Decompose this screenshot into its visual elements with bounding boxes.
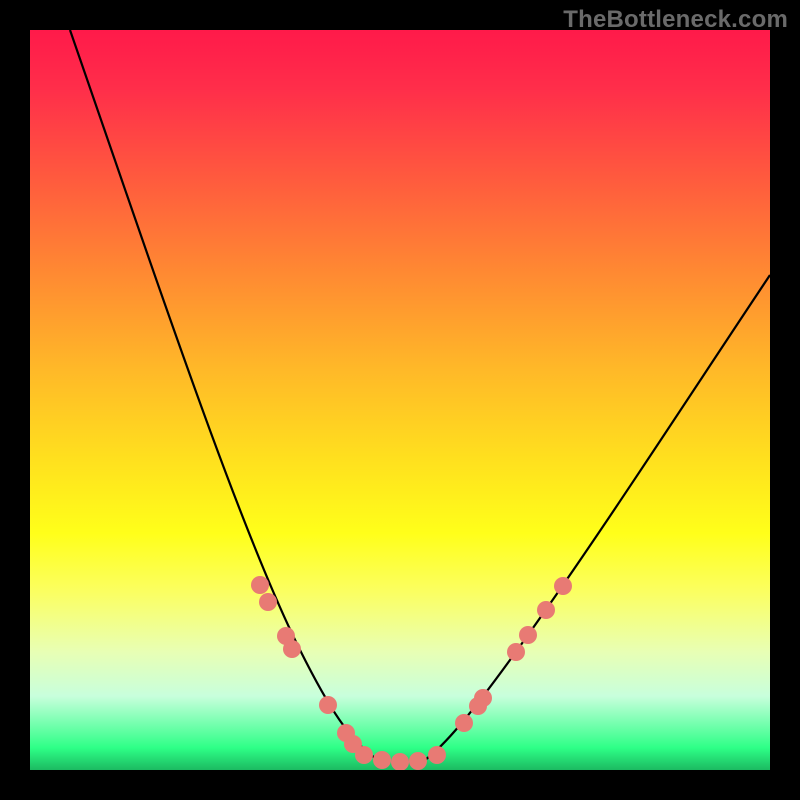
marker-group: [251, 576, 572, 770]
marker-point: [373, 751, 391, 769]
marker-point: [507, 643, 525, 661]
marker-point: [474, 689, 492, 707]
marker-point: [455, 714, 473, 732]
marker-point: [428, 746, 446, 764]
marker-point: [283, 640, 301, 658]
right-curve: [425, 275, 770, 760]
marker-point: [251, 576, 269, 594]
marker-point: [554, 577, 572, 595]
marker-point: [259, 593, 277, 611]
chart-svg: [30, 30, 770, 770]
marker-point: [409, 752, 427, 770]
plot-area: [30, 30, 770, 770]
marker-point: [519, 626, 537, 644]
marker-point: [355, 746, 373, 764]
marker-point: [391, 753, 409, 770]
chart-frame: TheBottleneck.com: [0, 0, 800, 800]
left-curve: [70, 30, 375, 758]
marker-point: [537, 601, 555, 619]
marker-point: [319, 696, 337, 714]
